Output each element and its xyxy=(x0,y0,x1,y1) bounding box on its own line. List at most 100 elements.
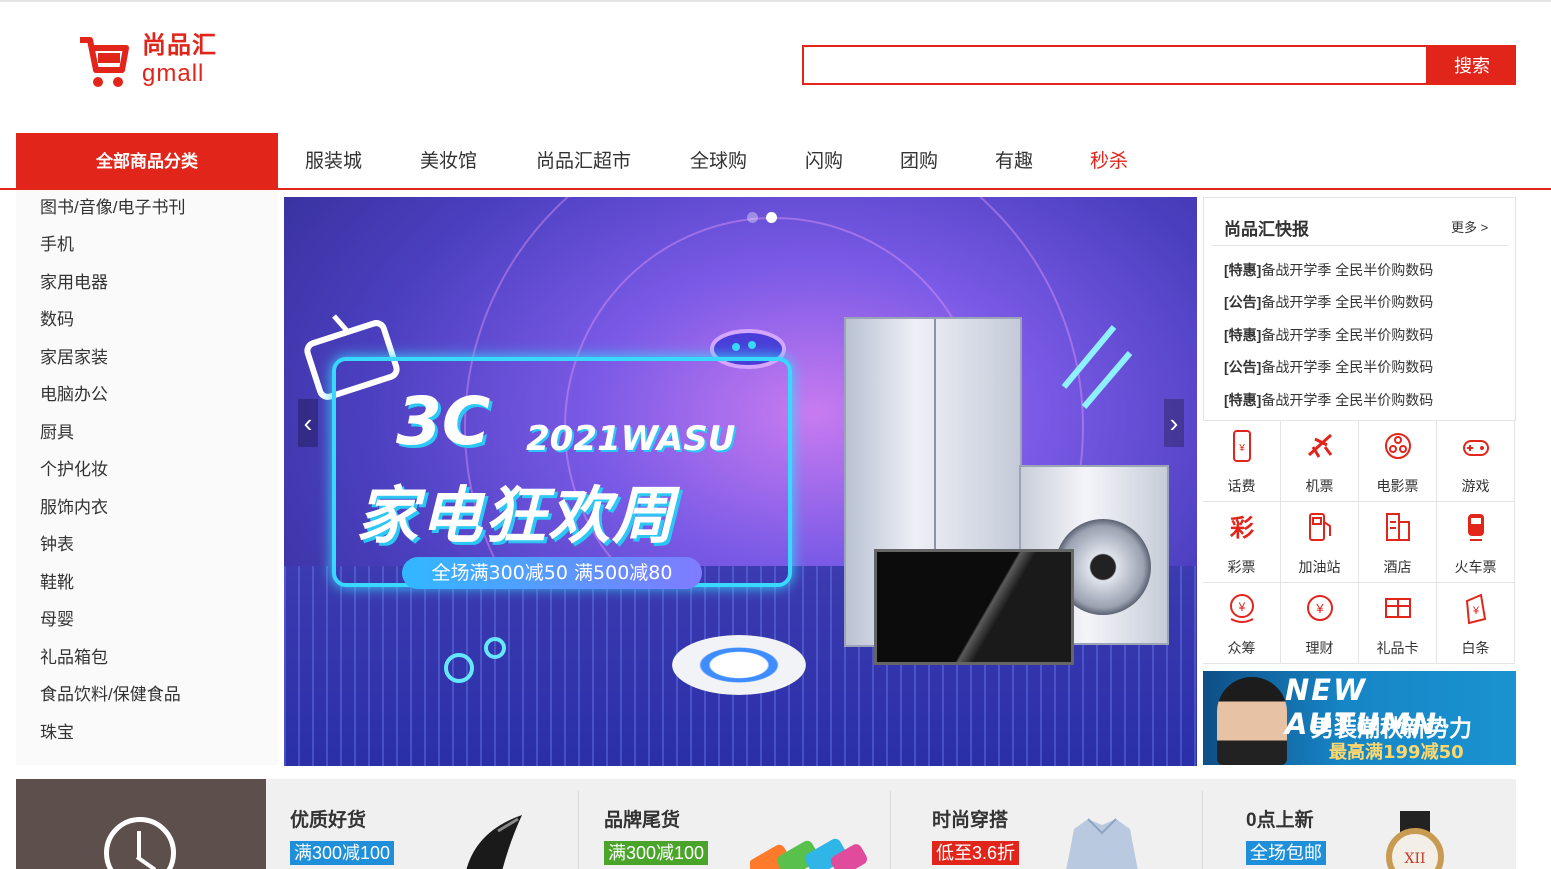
nav-item-group-buy[interactable]: 团购 xyxy=(900,148,938,176)
gas-station-icon xyxy=(1309,513,1331,541)
promo-tag: 全场包邮 xyxy=(1246,841,1326,865)
service-finance[interactable]: ¥ 理财 xyxy=(1281,583,1359,664)
carousel-next-button[interactable]: › xyxy=(1164,399,1184,447)
service-gas-station[interactable]: 加油站 xyxy=(1281,502,1359,583)
nav-item-supermarket[interactable]: 尚品汇超市 xyxy=(536,148,631,176)
category-item[interactable]: 图书/音像/电子书刊 xyxy=(40,197,185,219)
news-text: 备战开学季 全民半价购数码 xyxy=(1261,392,1434,408)
ad-offer: 最高满199减50 xyxy=(1329,742,1464,763)
service-credit[interactable]: ¥ 白条 xyxy=(1437,583,1515,664)
service-gift-card[interactable]: 礼品卡 xyxy=(1359,583,1437,664)
news-item[interactable]: [特惠]备战开学季 全民半价购数码 xyxy=(1224,390,1433,410)
site-logo[interactable]: 尚品汇 gmall xyxy=(78,32,228,94)
category-item[interactable]: 食品饮料/保健食品 xyxy=(40,684,181,706)
banner-carousel[interactable]: ‹ › 3C 2021WASU 家电狂欢周 全场满300减50 满500减80 xyxy=(284,197,1197,766)
category-item[interactable]: 礼品箱包 xyxy=(40,647,108,669)
promo-new-arrivals[interactable]: 0点上新 全场包邮 XII xyxy=(1222,791,1522,869)
svg-text:¥: ¥ xyxy=(1472,605,1480,617)
service-crowdfunding[interactable]: ¥ 众筹 xyxy=(1203,583,1281,664)
menswear-ad[interactable]: NEW AUTUMN 男装潮秋新势力 最高满199减50 xyxy=(1203,671,1516,765)
news-item[interactable]: [公告]备战开学季 全民半价购数码 xyxy=(1224,357,1433,377)
category-item[interactable]: 家居家装 xyxy=(40,347,108,369)
svg-text:彩: 彩 xyxy=(1229,514,1254,542)
promo-tag: 满300减100 xyxy=(604,841,709,865)
promo-divider xyxy=(1202,791,1203,869)
service-label: 众筹 xyxy=(1227,640,1256,656)
bubble-decoration xyxy=(484,637,506,659)
neon-lines-icon xyxy=(1061,325,1133,409)
news-tag: [公告] xyxy=(1224,359,1262,375)
category-item[interactable]: 厨具 xyxy=(40,422,74,444)
search-box xyxy=(802,45,1428,85)
promo-brand-clearance[interactable]: 品牌尾货 满300减100 xyxy=(580,791,880,869)
credit-icon: ¥ xyxy=(1465,593,1487,625)
vacuum-product-image xyxy=(466,815,522,869)
service-movie[interactable]: 电影票 xyxy=(1359,421,1437,502)
service-grid: ¥ 话费 机票 电影票 游戏 彩 彩票 加油站 酒店 火车票 ¥ 众筹 ¥ 理财… xyxy=(1203,421,1516,665)
news-text: 备战开学季 全民半价购数码 xyxy=(1261,359,1434,375)
news-item[interactable]: [特惠]备战开学季 全民半价购数码 xyxy=(1224,260,1433,280)
promo-title: 时尚穿搭 xyxy=(932,810,1009,831)
nav-item-global[interactable]: 全球购 xyxy=(690,148,747,176)
promo-quality-goods[interactable]: 优质好货 满300减100 xyxy=(266,791,566,869)
svg-text:¥: ¥ xyxy=(1315,601,1324,616)
nav-item-flash-sale[interactable]: 闪购 xyxy=(805,148,843,176)
category-item[interactable]: 母婴 xyxy=(40,609,74,631)
news-text: 备战开学季 全民半价购数码 xyxy=(1261,327,1434,343)
service-phone-bill[interactable]: ¥ 话费 xyxy=(1203,421,1281,502)
category-item[interactable]: 钟表 xyxy=(40,534,74,556)
hotel-icon xyxy=(1386,513,1410,541)
nav-item-fun[interactable]: 有趣 xyxy=(995,148,1033,176)
category-item[interactable]: 服饰内衣 xyxy=(40,497,108,519)
service-lottery[interactable]: 彩 彩票 xyxy=(1203,502,1281,583)
service-label: 礼品卡 xyxy=(1376,640,1419,656)
nav-item-seckill[interactable]: 秒杀 xyxy=(1090,148,1128,176)
service-hotel[interactable]: 酒店 xyxy=(1359,502,1437,583)
nav-item-clothing[interactable]: 服装城 xyxy=(305,148,362,176)
carousel-dot[interactable] xyxy=(747,212,758,223)
towels-product-image xyxy=(750,838,868,869)
promo-title: 品牌尾货 xyxy=(604,810,681,831)
gamepad-icon xyxy=(1463,440,1489,456)
nav-item-beauty[interactable]: 美妆馆 xyxy=(420,148,477,176)
service-label: 火车票 xyxy=(1454,559,1497,575)
news-item[interactable]: [公告]备战开学季 全民半价购数码 xyxy=(1224,292,1433,312)
category-item[interactable]: 个护化妆 xyxy=(40,459,108,481)
seckill-clock-panel[interactable] xyxy=(16,779,266,869)
service-label: 话费 xyxy=(1227,478,1256,494)
banner-promo: 全场满300减50 满500减80 xyxy=(402,557,702,589)
category-item[interactable]: 鞋靴 xyxy=(40,572,74,594)
service-label: 理财 xyxy=(1305,640,1334,656)
all-categories-tab[interactable]: 全部商品分类 xyxy=(16,133,278,190)
category-item[interactable]: 手机 xyxy=(40,234,74,256)
top-divider xyxy=(0,0,1551,2)
category-item[interactable]: 数码 xyxy=(40,309,74,331)
crowdfunding-icon: ¥ xyxy=(1230,594,1254,623)
service-flight[interactable]: 机票 xyxy=(1281,421,1359,502)
category-item[interactable]: 家用电器 xyxy=(40,272,108,294)
carousel-dot-active[interactable] xyxy=(766,212,777,223)
category-item[interactable]: 电脑办公 xyxy=(40,384,108,406)
plane-icon xyxy=(1307,433,1333,458)
promo-divider xyxy=(578,791,579,869)
news-tag: [公告] xyxy=(1224,294,1262,310)
search-input[interactable] xyxy=(804,47,1426,83)
lottery-icon: 彩 xyxy=(1229,514,1254,542)
service-label: 白条 xyxy=(1461,640,1490,656)
category-item[interactable]: 珠宝 xyxy=(40,722,74,744)
carousel-prev-button[interactable]: ‹ xyxy=(298,399,318,447)
news-more-link[interactable]: 更多 > xyxy=(1451,217,1488,236)
logo-text: 尚品汇 gmall xyxy=(142,34,217,86)
service-train[interactable]: 火车票 xyxy=(1437,502,1515,583)
banner-title-3c: 3C xyxy=(396,383,491,460)
train-icon xyxy=(1468,514,1484,541)
service-game[interactable]: 游戏 xyxy=(1437,421,1515,502)
promo-fashion[interactable]: 时尚穿搭 低至3.6折 xyxy=(908,791,1208,869)
tv-image xyxy=(874,549,1074,665)
search-button[interactable]: 搜索 xyxy=(1428,45,1516,85)
promo-tag: 低至3.6折 xyxy=(932,841,1020,865)
promo-strip: 优质好货 满300减100 品牌尾货 满300减100 时尚穿搭 低至3.6折 … xyxy=(16,779,1516,869)
news-item[interactable]: [特惠]备战开学季 全民半价购数码 xyxy=(1224,325,1433,345)
carousel-dots xyxy=(747,210,785,228)
phone-icon: ¥ xyxy=(1233,430,1251,462)
